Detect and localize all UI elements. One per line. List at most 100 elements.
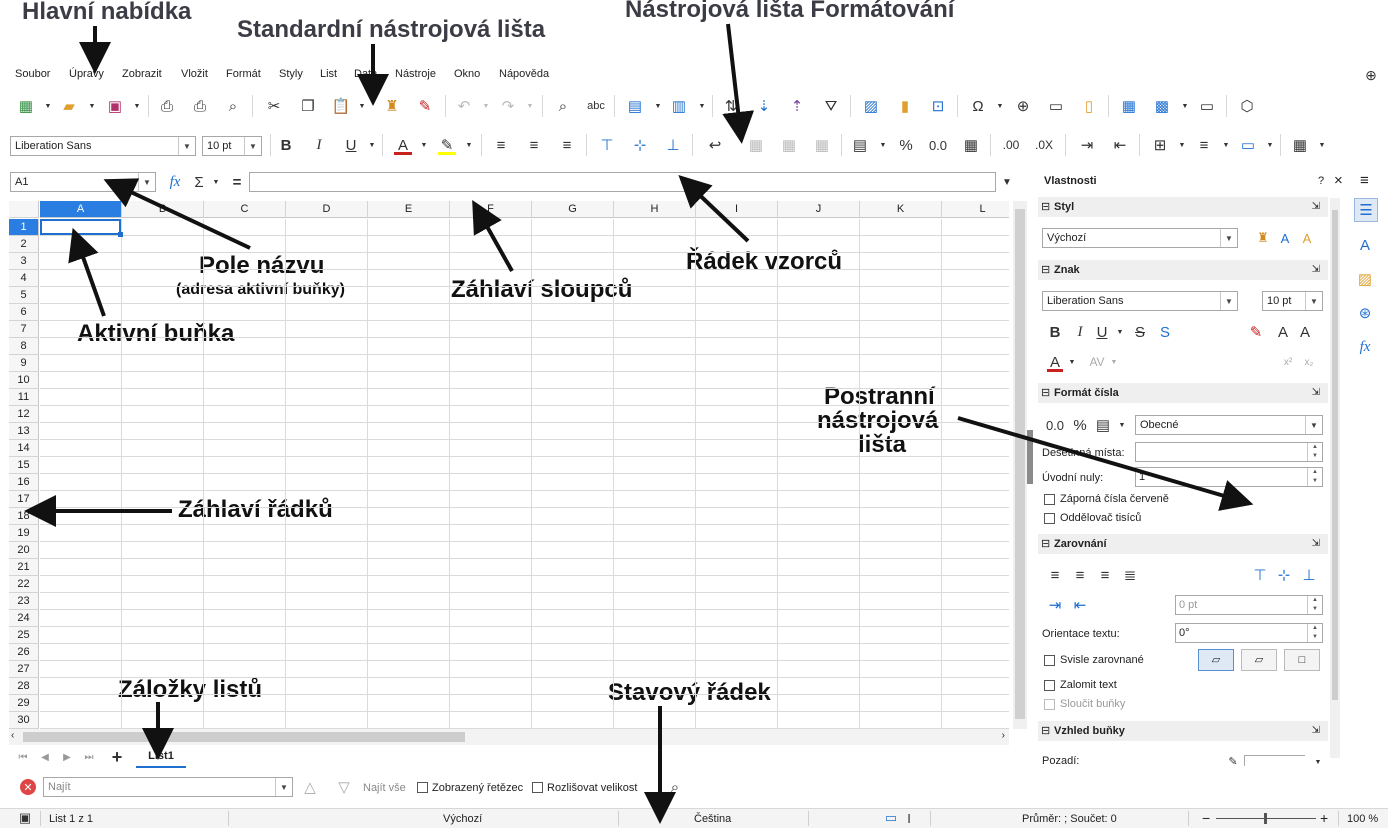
- row-header-12[interactable]: 12: [9, 406, 39, 423]
- bold-button[interactable]: B: [275, 134, 297, 156]
- last-sheet-icon[interactable]: ⏭: [78, 746, 100, 768]
- negative-red-checkbox[interactable]: [1044, 494, 1055, 505]
- define-print-area-icon[interactable]: ▦: [1118, 95, 1140, 117]
- char-font-combo[interactable]: Liberation Sans ▼: [1042, 291, 1238, 311]
- align-bottom-icon[interactable]: ⊥: [662, 134, 684, 156]
- column-header-a[interactable]: A: [40, 201, 122, 218]
- borders-dropdown-icon[interactable]: ▼: [1178, 134, 1186, 156]
- sb-indent-increase-icon[interactable]: ⇥: [1044, 594, 1066, 616]
- chevron-down-icon[interactable]: ▼: [1305, 416, 1322, 434]
- export-pdf-icon[interactable]: ⎙: [156, 95, 178, 117]
- char-spacing-icon[interactable]: AV: [1086, 351, 1108, 373]
- vertically-stacked-checkbox[interactable]: [1044, 655, 1055, 666]
- row-header-11[interactable]: 11: [9, 389, 39, 406]
- fill-format-icon[interactable]: ♜: [1252, 227, 1274, 249]
- align-right-icon[interactable]: ≡: [556, 134, 578, 156]
- row-header-25[interactable]: 25: [9, 627, 39, 644]
- status-language[interactable]: Čeština: [694, 813, 731, 825]
- menu-vlozit[interactable]: Vložit: [181, 68, 208, 80]
- style-section-header[interactable]: ⊟ Styl ⇲: [1038, 197, 1328, 217]
- chevron-down-icon[interactable]: ▼: [1220, 229, 1237, 247]
- row-header-4[interactable]: 4: [9, 270, 39, 287]
- column-header-c[interactable]: C: [204, 201, 286, 218]
- first-sheet-icon[interactable]: ⏮: [12, 746, 34, 768]
- highlight-dropdown-icon[interactable]: ▼: [465, 134, 473, 156]
- italic-button[interactable]: I: [308, 134, 330, 156]
- zoom-slider[interactable]: [1216, 813, 1316, 824]
- row-header-21[interactable]: 21: [9, 559, 39, 576]
- row-dropdown-icon[interactable]: ▼: [654, 95, 662, 117]
- special-character-icon[interactable]: Ω: [967, 95, 989, 117]
- menu-napoveda[interactable]: Nápověda: [499, 68, 549, 80]
- increase-indent-icon[interactable]: ⇥: [1076, 134, 1098, 156]
- column-header-e[interactable]: E: [368, 201, 450, 218]
- orient-bottom-button[interactable]: □: [1284, 649, 1320, 671]
- menu-zobrazit[interactable]: Zobrazit: [122, 68, 162, 80]
- zoom-slider-handle[interactable]: [1264, 813, 1267, 824]
- find-replace-dialog-icon[interactable]: ⌕: [664, 776, 686, 798]
- menu-nastroje[interactable]: Nástroje: [395, 68, 436, 80]
- clear-formatting-icon[interactable]: ✎: [414, 95, 436, 117]
- underline-dropdown-icon[interactable]: ▼: [368, 134, 376, 156]
- indent-spin[interactable]: 0 pt ▲ ▼: [1175, 595, 1323, 615]
- subscript-icon[interactable]: x₂: [1298, 351, 1320, 373]
- row-header-28[interactable]: 28: [9, 678, 39, 695]
- font-size-combo[interactable]: 10 pt ▼: [202, 136, 262, 156]
- chevron-down-icon[interactable]: ▼: [1220, 292, 1237, 310]
- split-window-icon[interactable]: ▭: [1196, 95, 1218, 117]
- align-center-icon[interactable]: ≡: [523, 134, 545, 156]
- zoom-in-button[interactable]: +: [1320, 810, 1328, 826]
- sb-align-middle-icon[interactable]: ⊹: [1273, 564, 1295, 586]
- prev-sheet-icon[interactable]: ◀: [34, 746, 56, 768]
- chevron-down-icon[interactable]: ▼: [138, 173, 155, 191]
- freeze-rows-columns-icon[interactable]: ▩: [1151, 95, 1173, 117]
- menu-styly[interactable]: Styly: [279, 68, 303, 80]
- clone-formatting-icon[interactable]: ♜: [381, 95, 403, 117]
- column-icon[interactable]: ▥: [668, 95, 690, 117]
- percent-format-button[interactable]: %: [895, 134, 917, 156]
- char-clear-format-icon[interactable]: ✎: [1245, 321, 1267, 343]
- find-next-icon[interactable]: ▽: [333, 776, 355, 798]
- sidebar-help-icon[interactable]: ?: [1318, 175, 1324, 187]
- close-find-icon[interactable]: ✕: [17, 776, 39, 798]
- column-header-h[interactable]: H: [614, 201, 696, 218]
- currency-format-icon[interactable]: ▤: [849, 134, 871, 156]
- column-dropdown-icon[interactable]: ▼: [698, 95, 706, 117]
- background-dropdown-icon[interactable]: ▼: [1314, 751, 1322, 773]
- new-dropdown-icon[interactable]: ▼: [44, 95, 52, 117]
- row-header-1[interactable]: 1: [9, 219, 39, 236]
- document-modified-icon[interactable]: ▣: [14, 807, 36, 829]
- name-box[interactable]: A1 ▼: [10, 172, 156, 192]
- insert-chart-icon[interactable]: ▮: [894, 95, 916, 117]
- number-format-button[interactable]: 0.0: [927, 134, 949, 156]
- row-header-26[interactable]: 26: [9, 644, 39, 661]
- spellcheck-icon[interactable]: abc: [585, 95, 607, 117]
- char-font-color-icon[interactable]: A: [1044, 351, 1066, 373]
- sb-align-top-icon[interactable]: ⊤: [1249, 564, 1271, 586]
- row-header-16[interactable]: 16: [9, 474, 39, 491]
- conditional-dropdown-icon[interactable]: ▼: [1318, 134, 1326, 156]
- row-icon[interactable]: ▤: [624, 95, 646, 117]
- chevron-down-icon[interactable]: ▼: [178, 137, 195, 155]
- sb-indent-decrease-icon[interactable]: ⇤: [1069, 594, 1091, 616]
- add-sheet-button[interactable]: +: [106, 746, 128, 768]
- orient-standard-button[interactable]: ▱: [1198, 649, 1234, 671]
- row-header-13[interactable]: 13: [9, 423, 39, 440]
- row-header-20[interactable]: 20: [9, 542, 39, 559]
- align-left-icon[interactable]: ≡: [490, 134, 512, 156]
- appearance-section-header[interactable]: ⊟ Vzhled buňky ⇲: [1038, 721, 1328, 741]
- sheet-tab-list1[interactable]: List1: [136, 746, 186, 768]
- autofilter-icon[interactable]: ⛛: [820, 95, 842, 117]
- merge-cells-icon[interactable]: ▦: [778, 134, 800, 156]
- undo-dropdown-icon[interactable]: ▼: [482, 95, 490, 117]
- numfmt-combo[interactable]: Obecné ▼: [1135, 415, 1323, 435]
- styles-icon[interactable]: A: [1354, 234, 1376, 256]
- paste-icon[interactable]: 📋: [330, 95, 352, 117]
- align-section-header[interactable]: ⊟ Zarovnání ⇲: [1038, 534, 1328, 554]
- border-color-icon[interactable]: ▭: [1237, 134, 1259, 156]
- char-strikethrough-icon[interactable]: S: [1129, 321, 1151, 343]
- row-header-30[interactable]: 30: [9, 712, 39, 729]
- print-icon[interactable]: ⎙: [189, 95, 211, 117]
- background-color-combo[interactable]: [1244, 755, 1305, 766]
- wrap-text-icon[interactable]: ↩: [704, 134, 726, 156]
